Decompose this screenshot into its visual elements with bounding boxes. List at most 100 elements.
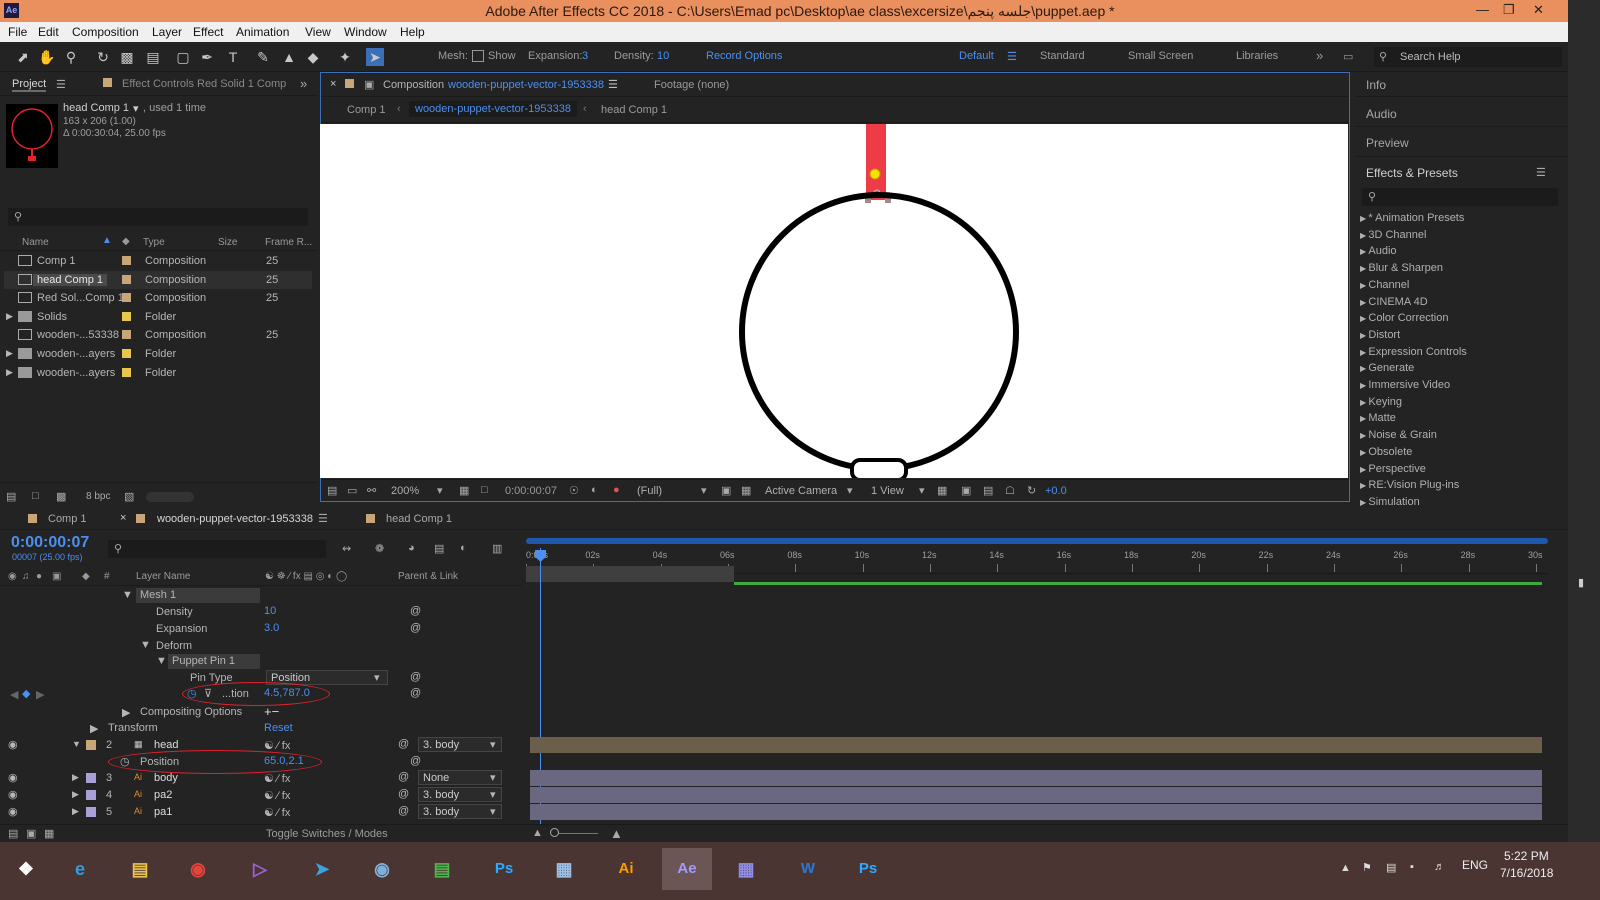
lock-icon[interactable]: ▣ xyxy=(364,78,374,91)
effect-category[interactable]: ▶ Expression Controls xyxy=(1360,346,1467,358)
region-of-interest-icon[interactable]: ▣ xyxy=(721,484,731,497)
calculator-icon[interactable]: ▦ xyxy=(542,848,586,890)
telegram-icon[interactable]: ➤ xyxy=(300,848,344,890)
reset-exposure-icon[interactable]: ↻ xyxy=(1027,484,1036,497)
menu-effect[interactable]: Effect xyxy=(193,25,223,39)
snapshot-icon[interactable]: ☉ xyxy=(569,484,579,497)
project-item-row[interactable]: head Comp 1 Composition 25 xyxy=(4,270,312,289)
expand-triangle-icon[interactable]: ▶ xyxy=(6,348,13,359)
layer-duration-bar[interactable] xyxy=(530,787,1542,803)
zoom-dropdown[interactable]: 200% xyxy=(391,485,419,497)
parent-pickwhip-icon[interactable]: @ xyxy=(398,738,409,750)
show-hidden-icons[interactable]: ▲ xyxy=(1340,862,1351,874)
after-effects-icon[interactable]: Ae xyxy=(662,848,712,890)
expression-pickwhip-icon[interactable]: @ xyxy=(410,671,421,683)
minimize-icon[interactable]: — xyxy=(1476,2,1489,17)
col-layer-name[interactable]: Layer Name xyxy=(136,571,190,582)
solo-switch-icon[interactable]: ● xyxy=(36,571,42,582)
channel-icon[interactable]: ● xyxy=(613,484,620,496)
chevron-down-icon[interactable]: ▾ xyxy=(133,102,139,115)
transform-row[interactable]: ▶ Transform Reset xyxy=(0,720,522,737)
utility-icon[interactable]: ▤ xyxy=(420,848,464,890)
density-value[interactable]: 10 xyxy=(657,50,669,62)
compositing-row[interactable]: ▶ Compositing Options +− xyxy=(0,704,522,721)
project-item-row[interactable]: ▶ wooden-...ayers Folder xyxy=(4,364,312,382)
tab-project[interactable]: Project xyxy=(12,78,47,92)
effects-presets-header[interactable]: Effects & Presets xyxy=(1366,166,1458,180)
next-keyframe-icon[interactable]: ▶ xyxy=(36,688,44,701)
expression-pickwhip-icon[interactable]: @ xyxy=(410,687,421,699)
chrome-icon[interactable]: ◉ xyxy=(176,848,220,890)
exposure-value[interactable]: +0.0 xyxy=(1045,485,1067,497)
parent-pickwhip-icon[interactable]: @ xyxy=(398,805,409,817)
media-encoder-icon[interactable]: ▦ xyxy=(724,848,768,890)
layer-label-color[interactable] xyxy=(86,773,96,783)
timeline-search-input[interactable]: ⚲ xyxy=(108,540,326,558)
puppet-pin-tool-icon[interactable]: ➤ xyxy=(366,48,384,66)
effect-category[interactable]: ▶ Immersive Video xyxy=(1360,379,1450,391)
fast-previews-icon[interactable]: ▣ xyxy=(961,484,971,497)
transfer-controls-icon[interactable]: ▣ xyxy=(26,827,36,840)
project-item-row[interactable]: Comp 1 Composition 25 xyxy=(4,252,312,270)
menu-view[interactable]: View xyxy=(305,25,331,39)
expand-triangle-icon[interactable]: ▶ xyxy=(72,789,79,800)
clock-time[interactable]: 5:22 PM xyxy=(1504,849,1549,863)
rotate-tool-icon[interactable]: ↻ xyxy=(94,48,112,66)
composition-tab-label[interactable]: Composition xyxy=(383,79,444,91)
restore-icon[interactable]: ❐ xyxy=(1503,2,1515,18)
interpret-footage-icon[interactable]: ▤ xyxy=(6,490,16,503)
expand-triangle-icon[interactable]: ▼ xyxy=(140,639,151,651)
label-color-swatch[interactable] xyxy=(122,256,131,265)
panel-menu-icon[interactable]: ☰ xyxy=(56,78,66,91)
graph-editor-icon[interactable]: ▥ xyxy=(492,542,502,555)
label-color-swatch[interactable] xyxy=(122,311,131,321)
footage-tab[interactable]: Footage (none) xyxy=(654,79,729,91)
visual-studio-icon[interactable]: ▷ xyxy=(238,848,282,890)
transparency-grid-icon[interactable]: ▦ xyxy=(741,484,751,497)
menu-animation[interactable]: Animation xyxy=(236,25,289,39)
breadcrumb-head-comp[interactable]: head Comp 1 xyxy=(601,104,667,116)
panel-menu-icon[interactable]: ☰ xyxy=(608,78,618,91)
monitor-icon[interactable]: ▭ xyxy=(347,484,357,497)
effect-category[interactable]: ▶ Perspective xyxy=(1360,463,1426,475)
expand-triangle-icon[interactable]: ▶ xyxy=(6,311,13,322)
zoom-in-icon[interactable]: ▲ xyxy=(610,826,623,841)
menu-window[interactable]: Window xyxy=(344,25,387,39)
label-color-swatch[interactable] xyxy=(122,293,131,303)
new-folder-icon[interactable]: □ xyxy=(32,490,39,502)
show-snapshot-icon[interactable]: ◐ xyxy=(591,484,598,496)
timeline-timecode[interactable]: 0:00:00:07 xyxy=(11,534,89,552)
clone-stamp-tool-icon[interactable]: ▲ xyxy=(280,48,298,66)
workspace-small-screen[interactable]: Small Screen xyxy=(1128,50,1193,62)
toggle-pixel-icon[interactable]: ▦ xyxy=(937,484,947,497)
project-item-row[interactable]: ▶ wooden-...ayers Folder xyxy=(4,345,312,363)
views-dropdown[interactable]: 1 View xyxy=(871,485,904,497)
chevron-down-icon[interactable]: ▾ xyxy=(490,788,496,801)
expand-triangle-icon[interactable]: ▼ xyxy=(122,589,133,601)
zoom-tool-icon[interactable]: ⚲ xyxy=(62,48,80,66)
comp-mini-flowchart-icon[interactable]: ↭ xyxy=(342,542,351,555)
hand-tool-icon[interactable]: ✋ xyxy=(38,48,56,66)
project-item-row[interactable]: wooden-...53338 Composition 25 xyxy=(4,326,312,344)
effect-category[interactable]: ▶ Simulation xyxy=(1360,496,1420,508)
breadcrumb-comp-1[interactable]: Comp 1 xyxy=(347,104,386,116)
sort-ascending-icon[interactable]: ▲ xyxy=(102,235,112,246)
project-item-row[interactable]: ▶ Solids Folder xyxy=(4,308,312,326)
effect-category[interactable]: ▶ Generate xyxy=(1360,362,1414,374)
type-tool-icon[interactable]: T xyxy=(224,48,242,66)
effects-search-input[interactable]: ⚲ xyxy=(1362,188,1558,206)
effect-category[interactable]: ▶ Channel xyxy=(1360,279,1409,291)
effect-category[interactable]: ▶ RE:Vision Plug-ins xyxy=(1360,479,1459,491)
expand-triangle-icon[interactable]: ▶ xyxy=(72,772,79,783)
label-tag-icon[interactable]: ◆ xyxy=(122,236,130,247)
puppet-pin-row[interactable]: ▼ Puppet Pin 1 xyxy=(0,654,522,671)
workspace-standard[interactable]: Standard xyxy=(1040,50,1085,62)
expand-triangle-icon[interactable]: ▶ xyxy=(72,806,79,817)
layer-name[interactable]: pa1 xyxy=(154,806,172,818)
windows-start-icon[interactable]: ❖ xyxy=(4,848,48,890)
layer-switches[interactable]: ☯ ∕ fx xyxy=(264,739,290,752)
visibility-eye-icon[interactable]: ◉ xyxy=(8,738,18,751)
expand-triangle-icon[interactable]: ▶ xyxy=(6,367,13,378)
shy-icon[interactable]: ◕ xyxy=(408,542,415,554)
effect-category[interactable]: ▶ Matte xyxy=(1360,412,1396,424)
